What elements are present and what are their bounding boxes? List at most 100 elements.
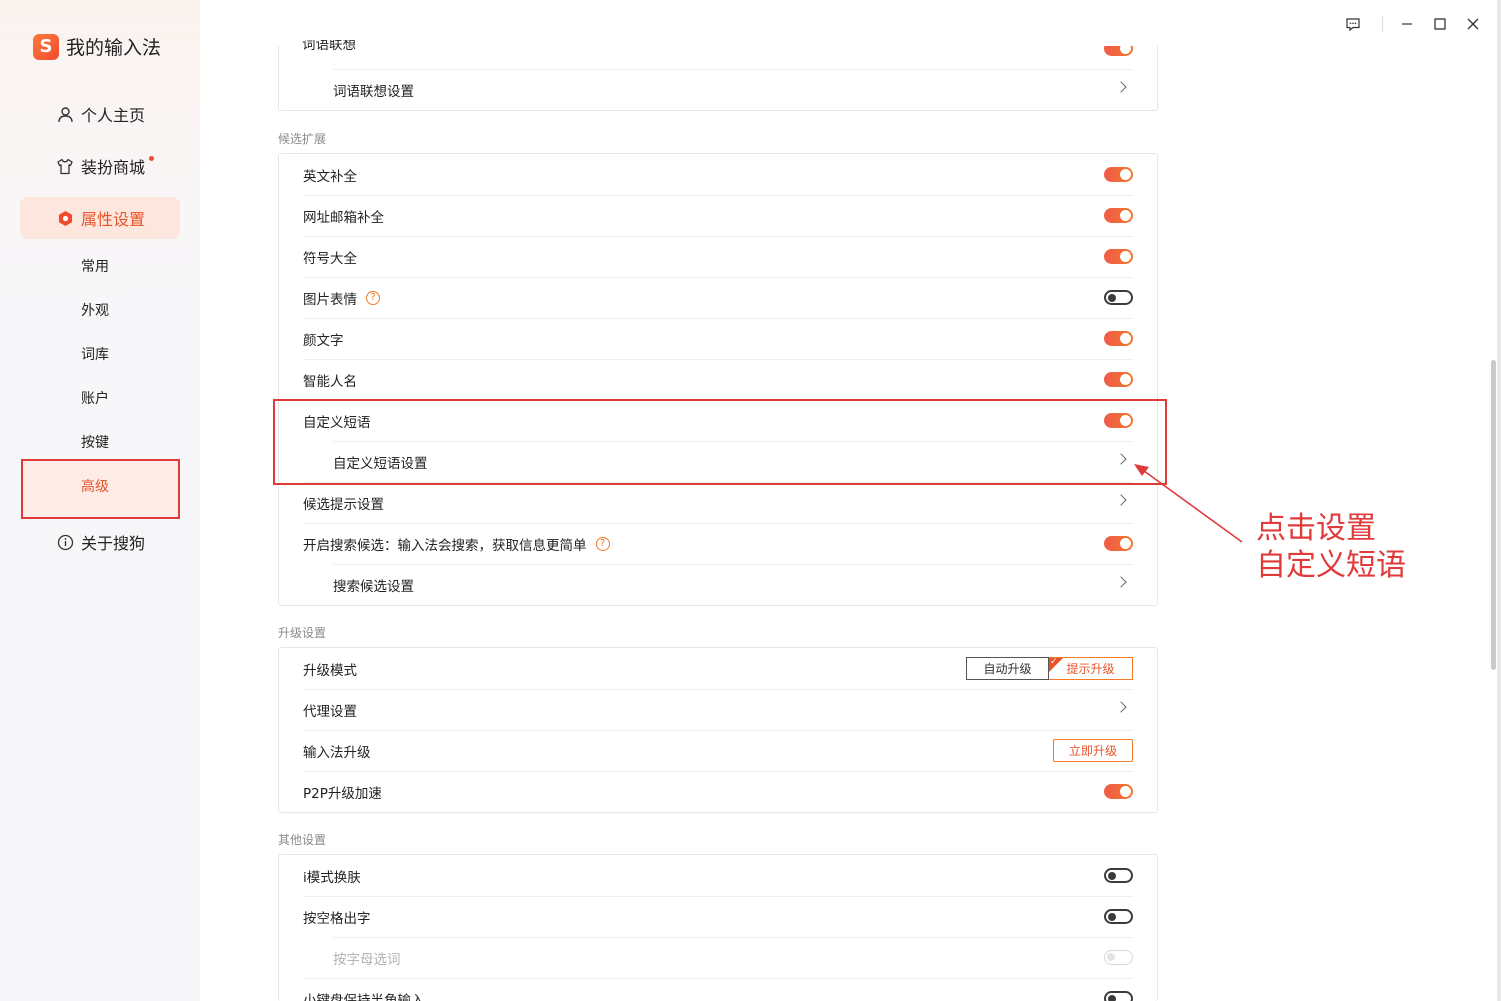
card-other: i模式换肤 按空格出字 按字母选词 小键盘保持半角输入 xyxy=(278,854,1158,1001)
row-label: 升级模式 xyxy=(303,662,357,679)
row-english-complete: 英文补全 xyxy=(279,154,1157,195)
toggle-switch[interactable] xyxy=(1104,784,1133,799)
row-search-candidate-settings[interactable]: 搜索候选设置 xyxy=(279,564,1157,605)
chevron-right-icon xyxy=(1115,494,1127,506)
annotation-line-2: 自定义短语 xyxy=(1256,548,1406,583)
row-p2p-upgrade: P2P升级加速 xyxy=(279,771,1157,812)
row-kaomoji: 颜文字 xyxy=(279,318,1157,359)
sub-item-appearance[interactable]: 外观 xyxy=(81,300,109,320)
row-label: 图片表情 xyxy=(303,291,357,308)
close-icon[interactable] xyxy=(1463,14,1483,34)
row-numpad-halfwidth: 小键盘保持半角输入 xyxy=(279,978,1157,1001)
nav-item-about[interactable]: 关于搜狗 xyxy=(20,521,180,563)
row-image-emoji: 图片表情 ? xyxy=(279,277,1157,318)
nav-item-label: 属性设置 xyxy=(81,210,146,229)
scrollbar-thumb[interactable] xyxy=(1491,360,1496,670)
custom-phrase-highlight-box xyxy=(273,399,1167,485)
row-label: 搜索候选设置 xyxy=(333,578,414,595)
toggle-switch[interactable] xyxy=(1104,249,1133,264)
row-label: i模式换肤 xyxy=(303,869,361,886)
row-label: 按字母选词 xyxy=(333,951,401,968)
check-icon: ✓ xyxy=(1050,657,1058,667)
notification-dot xyxy=(149,156,154,161)
toggle-switch xyxy=(1104,950,1133,965)
user-icon xyxy=(56,105,74,123)
window-edge xyxy=(1497,0,1501,1001)
sub-item-lexicon[interactable]: 词库 xyxy=(81,344,109,364)
annotation-text: 点击设置 自定义短语 xyxy=(1256,510,1406,584)
segment-label: 提示升级 xyxy=(1066,662,1115,676)
chevron-right-icon xyxy=(1115,701,1127,713)
sub-item-account[interactable]: 账户 xyxy=(81,388,109,408)
toggle-switch[interactable] xyxy=(1104,167,1133,182)
toggle-switch[interactable] xyxy=(1104,991,1133,1001)
row-label: 智能人名 xyxy=(303,373,357,390)
row-upgrade-mode: 升级模式 自动升级 ✓ 提示升级 xyxy=(279,648,1157,689)
help-icon[interactable]: ? xyxy=(595,536,610,551)
row-label: 英文补全 xyxy=(303,168,357,185)
row-space-output: 按空格出字 xyxy=(279,896,1157,937)
feedback-icon[interactable] xyxy=(1343,14,1363,34)
tshirt-icon xyxy=(56,157,74,175)
row-proxy-settings[interactable]: 代理设置 xyxy=(279,689,1157,730)
row-search-candidate: 开启搜索候选：输入法会搜索，获取信息更简单 ? xyxy=(279,523,1157,564)
card-candidate-ext: 英文补全 网址邮箱补全 符号大全 图片表情 ? 颜文字 智能人名 自定义短语 自… xyxy=(278,153,1158,606)
row-url-email-complete: 网址邮箱补全 xyxy=(279,195,1157,236)
row-letter-select: 按字母选词 xyxy=(279,937,1157,978)
toggle-switch[interactable] xyxy=(1104,536,1133,551)
card-upgrade: 升级模式 自动升级 ✓ 提示升级 代理设置 输入法升级 立即升级 P2P升级加速 xyxy=(278,647,1158,813)
row-ime-upgrade: 输入法升级 立即升级 xyxy=(279,730,1157,771)
row-candidate-hint-settings[interactable]: 候选提示设置 xyxy=(279,482,1157,523)
upgrade-mode-segment: 自动升级 ✓ 提示升级 xyxy=(966,657,1133,680)
row-word-association-settings[interactable]: 词语联想设置 xyxy=(279,69,1157,110)
info-icon xyxy=(56,533,74,551)
brand: S 我的输入法 xyxy=(33,33,161,60)
nav-item-store[interactable]: 装扮商城 xyxy=(20,145,180,187)
row-label: P2P升级加速 xyxy=(303,785,382,802)
chevron-right-icon xyxy=(1115,576,1127,588)
segment-auto-upgrade[interactable]: 自动升级 xyxy=(966,657,1049,680)
toggle-switch[interactable] xyxy=(1104,331,1133,346)
row-label: 小键盘保持半角输入 xyxy=(303,992,425,1001)
toggle-switch[interactable] xyxy=(1104,909,1133,924)
segment-prompt-upgrade[interactable]: ✓ 提示升级 xyxy=(1049,657,1133,680)
sidebar: S 我的输入法 个人主页 装扮商城 属性设置 常用 外观 词库 账户 按键 高级… xyxy=(0,0,200,1001)
scroll-clip-mask xyxy=(278,0,1158,46)
sub-item-keys[interactable]: 按键 xyxy=(81,432,109,452)
sub-item-common[interactable]: 常用 xyxy=(81,256,109,276)
maximize-icon[interactable] xyxy=(1430,14,1450,34)
nav-item-settings[interactable]: 属性设置 xyxy=(20,197,180,239)
nav-item-label: 装扮商城 xyxy=(81,158,146,177)
toggle-switch[interactable] xyxy=(1104,868,1133,883)
toggle-switch[interactable] xyxy=(1104,290,1133,305)
help-icon[interactable]: ? xyxy=(366,290,380,305)
chevron-right-icon xyxy=(1115,81,1127,93)
row-label: 符号大全 xyxy=(303,250,357,267)
row-label: 词语联想设置 xyxy=(333,83,414,100)
annotation-arrow-icon xyxy=(1134,464,1243,543)
section-title-upgrade: 升级设置 xyxy=(278,626,327,640)
sub-item-advanced[interactable]: 高级 xyxy=(81,476,109,496)
row-label: 网址邮箱补全 xyxy=(303,209,384,226)
upgrade-now-button[interactable]: 立即升级 xyxy=(1053,739,1133,762)
clipped-toggle[interactable] xyxy=(1104,46,1133,56)
nav-item-label: 关于搜狗 xyxy=(81,534,146,553)
row-smart-names: 智能人名 xyxy=(279,359,1157,400)
nav-item-profile[interactable]: 个人主页 xyxy=(20,93,180,135)
row-label: 颜文字 xyxy=(303,332,344,349)
toggle-switch[interactable] xyxy=(1104,208,1133,223)
row-symbols: 符号大全 xyxy=(279,236,1157,277)
settings-hex-icon xyxy=(56,209,74,227)
section-title-candidate-ext: 候选扩展 xyxy=(278,132,327,146)
app-title: 我的输入法 xyxy=(66,37,162,59)
row-label: 代理设置 xyxy=(303,703,357,720)
annotation-line-1: 点击设置 xyxy=(1256,511,1376,546)
row-i-mode-skin: i模式换肤 xyxy=(279,855,1157,896)
row-label: 输入法升级 xyxy=(303,744,371,761)
minimize-icon[interactable] xyxy=(1397,14,1417,34)
clipped-row-label: 词语联想 xyxy=(302,40,356,52)
window-controls-divider xyxy=(1382,16,1383,32)
row-label: 开启搜索候选：输入法会搜索，获取信息更简单 xyxy=(303,537,587,554)
toggle-switch[interactable] xyxy=(1104,372,1133,387)
section-title-other: 其他设置 xyxy=(278,833,327,847)
